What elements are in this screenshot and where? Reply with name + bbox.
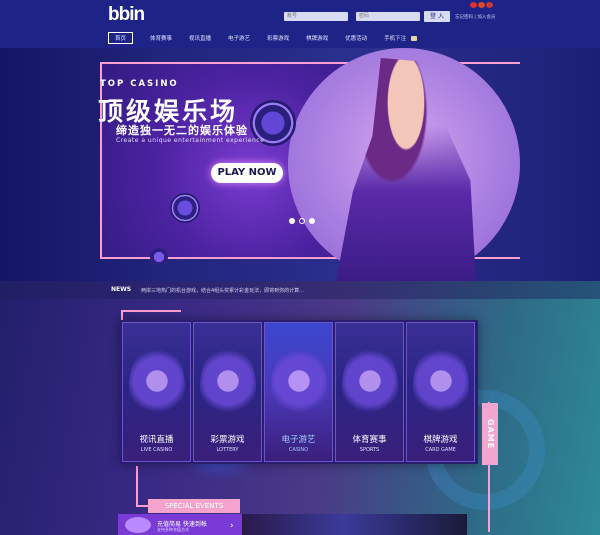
- card-subtitle: LIVE CASINO: [140, 447, 173, 453]
- game-card-live[interactable]: 视讯直播 LIVE CASINO: [122, 322, 191, 462]
- special-event-image[interactable]: [242, 514, 467, 535]
- nav-item-mobile[interactable]: 手机下注: [384, 34, 406, 42]
- main-nav: 首页 体育赛事 视讯直播 电子游艺 彩票游戏 棋牌游戏 优惠活动 手机下注: [108, 32, 418, 44]
- new-badge-icon: [411, 35, 418, 41]
- news-label: NEWS: [111, 286, 132, 293]
- password-input[interactable]: [356, 12, 420, 21]
- card-title: 棋牌游戏: [423, 435, 458, 445]
- carousel-dot[interactable]: [309, 218, 315, 224]
- language-flags: [470, 2, 493, 8]
- game-card-casino[interactable]: 电子游艺 CASINO: [264, 322, 333, 462]
- login-button[interactable]: 登 入: [424, 11, 450, 22]
- username-input[interactable]: [284, 12, 348, 21]
- banner-subtitle-en: Create a unique entertainment experience: [116, 137, 265, 144]
- nav-item-home[interactable]: 首页: [108, 32, 134, 44]
- special-events-label: SPECIAL EVENTS: [164, 502, 224, 510]
- carousel-dots: [289, 218, 315, 224]
- game-tab-label: GAME: [486, 418, 495, 450]
- poker-chip-icon: [150, 248, 168, 266]
- nav-item-sports[interactable]: 体育赛事: [150, 34, 172, 42]
- card-subtitle: SPORTS: [359, 447, 380, 453]
- card-subtitle: CARD GAME: [425, 447, 456, 453]
- card-title: 体育赛事: [352, 435, 387, 445]
- nav-item-lottery[interactable]: 彩票游戏: [267, 34, 289, 42]
- football-helmet-icon: [342, 345, 398, 425]
- play-now-button[interactable]: PLAY NOW: [211, 163, 283, 183]
- flag-icon[interactable]: [470, 2, 477, 8]
- promo-subtitle: 支持多种充值方式: [157, 527, 189, 532]
- game-card-lottery[interactable]: 彩票游戏 LOTTERY: [193, 322, 262, 462]
- game-cards: 视讯直播 LIVE CASINO 彩票游戏 LOTTERY 电子游艺 CASIN…: [120, 320, 478, 464]
- nav-item-live[interactable]: 视讯直播: [189, 34, 211, 42]
- decorative-line: [121, 310, 181, 312]
- card-subtitle: LOTTERY: [216, 447, 239, 453]
- card-subtitle: CASINO: [288, 447, 309, 453]
- lottery-ball-icon: [200, 345, 256, 425]
- poker-chip-icon: [170, 193, 200, 223]
- news-ticker[interactable]: 两岸三地热门的机台游戏，结合4组头奖累计彩金玩法，即将到你的计算...: [141, 287, 304, 294]
- flag-icon[interactable]: [478, 2, 485, 8]
- game-card-cards[interactable]: 棋牌游戏 CARD GAME: [406, 322, 475, 462]
- account-links[interactable]: 忘记密码 | 加入会员: [455, 14, 495, 20]
- carousel-dot-active[interactable]: [299, 218, 305, 224]
- card-title: 视讯直播: [139, 435, 174, 445]
- chevron-right-icon[interactable]: ›: [230, 521, 234, 531]
- card-title: 彩票游戏: [210, 435, 245, 445]
- hero-banner: [0, 48, 600, 281]
- carousel-dot[interactable]: [289, 218, 295, 224]
- bbin-logo[interactable]: bbin: [108, 4, 145, 26]
- casino-chips-icon: [129, 345, 185, 425]
- card-title: 电子游艺: [281, 435, 316, 445]
- nav-item-casino[interactable]: 电子游艺: [228, 34, 250, 42]
- game-card-sports[interactable]: 体育赛事 SPORTS: [335, 322, 404, 462]
- banner-subtitle: 缔造独一无二的娱乐体验: [116, 124, 248, 137]
- nav-item-cards[interactable]: 棋牌游戏: [306, 34, 328, 42]
- banner-top-text: TOP CASINO: [100, 79, 179, 89]
- decorative-line: [136, 466, 138, 506]
- nav-item-promotions[interactable]: 优惠活动: [345, 34, 367, 42]
- playing-cards-icon: [413, 345, 469, 425]
- slot-machine-icon: [271, 345, 327, 425]
- flag-icon[interactable]: [486, 2, 493, 8]
- wallet-icon: [125, 517, 151, 533]
